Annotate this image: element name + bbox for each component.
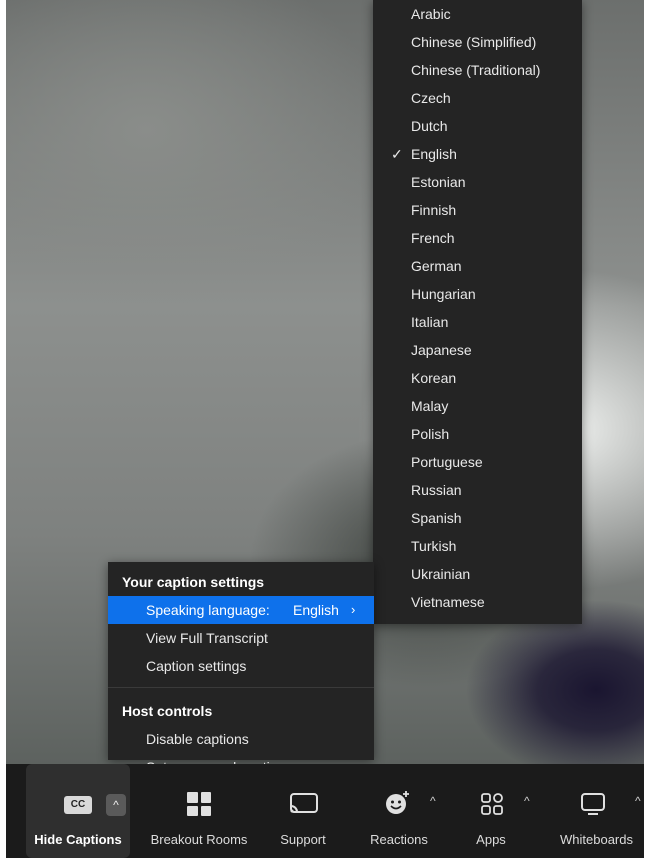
language-label: Polish [411,426,450,442]
language-label: Spanish [411,510,462,526]
language-item[interactable]: French [373,224,582,252]
reactions-button[interactable]: ^ Reactions [358,764,440,858]
language-item[interactable]: Portuguese [373,448,582,476]
whiteboards-button[interactable]: ^ Whiteboards [549,764,644,858]
language-item[interactable]: Estonian [373,168,582,196]
language-item[interactable]: Spanish [373,504,582,532]
language-label: Chinese (Simplified) [411,34,537,50]
whiteboards-caret[interactable]: ^ [635,794,641,808]
caption-menu: Your caption settings Speaking language:… [108,562,374,760]
whiteboards-label: Whiteboards [560,832,633,847]
chevron-right-icon: › [351,602,356,617]
speaking-language-value: English [293,602,339,618]
language-item[interactable]: Arabic [373,0,582,28]
language-item[interactable]: Hungarian [373,280,582,308]
language-label: Chinese (Traditional) [411,62,541,78]
language-label: Czech [411,90,451,106]
hide-captions-button[interactable]: CC ^ Hide Captions [26,764,130,858]
language-item[interactable]: Czech [373,84,582,112]
meeting-toolbar: CC ^ Hide Captions Breakout Rooms Suppor… [6,764,644,858]
whiteboard-icon [581,793,605,815]
speaking-language-label: Speaking language: [146,602,270,618]
language-item[interactable]: Polish [373,420,582,448]
apps-icon [481,793,503,815]
language-item[interactable]: Japanese [373,336,582,364]
language-item[interactable]: Finnish [373,196,582,224]
language-item[interactable]: Chinese (Traditional) [373,56,582,84]
language-label: Arabic [411,6,451,22]
menu-divider [108,687,374,688]
language-label: English [411,146,457,162]
language-label: Korean [411,370,457,386]
apps-label: Apps [476,832,506,847]
language-item[interactable]: Dutch [373,112,582,140]
language-label: Italian [411,314,449,330]
support-label: Support [280,832,326,847]
language-label: Malay [411,398,449,414]
cc-icon: CC [64,796,92,814]
caption-settings-item[interactable]: Caption settings [108,652,374,680]
language-label: Japanese [411,342,472,358]
hide-captions-label: Hide Captions [34,832,122,847]
language-label: Dutch [411,118,448,134]
reactions-label: Reactions [370,832,428,847]
breakout-rooms-label: Breakout Rooms [150,832,248,847]
speaking-language-item[interactable]: Speaking language: English › [108,596,374,624]
language-label: Turkish [411,538,457,554]
support-button[interactable]: Support [268,764,338,858]
view-full-transcript-item[interactable]: View Full Transcript [108,624,374,652]
language-label: Russian [411,482,462,498]
language-label: Finnish [411,202,457,218]
cast-icon [290,793,318,813]
language-item[interactable]: Ukrainian [373,560,582,588]
reactions-caret[interactable]: ^ [430,794,436,808]
caption-settings-heading: Your caption settings [122,574,265,590]
breakout-rooms-button[interactable]: Breakout Rooms [139,764,259,858]
captions-options-caret[interactable]: ^ [106,794,126,816]
language-item[interactable]: Russian [373,476,582,504]
language-label: Ukrainian [411,566,471,582]
disable-captions-item[interactable]: Disable captions [108,725,374,753]
language-label: Vietnamese [411,594,485,610]
checkmark-icon: ✓ [391,146,403,162]
language-menu: Arabic Chinese (Simplified) Chinese (Tradi… [373,0,582,624]
language-label: German [411,258,462,274]
language-item[interactable]: Korean [373,364,582,392]
reactions-icon [386,791,409,814]
language-item[interactable]: Italian [373,308,582,336]
language-item[interactable]: Malay [373,392,582,420]
language-item[interactable]: Chinese (Simplified) [373,28,582,56]
apps-button[interactable]: ^ Apps [464,764,530,858]
language-label: Estonian [411,174,466,190]
language-item[interactable]: ✓ English [373,140,582,168]
breakout-rooms-icon [187,792,211,816]
language-item[interactable]: Turkish [373,532,582,560]
language-item[interactable]: Vietnamese [373,588,582,616]
language-label: French [411,230,455,246]
apps-caret[interactable]: ^ [524,794,530,808]
host-controls-heading: Host controls [122,703,213,719]
language-item[interactable]: German [373,252,582,280]
language-label: Hungarian [411,286,476,302]
language-label: Portuguese [411,454,483,470]
